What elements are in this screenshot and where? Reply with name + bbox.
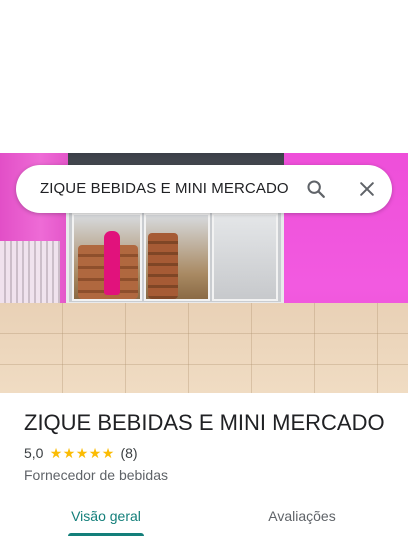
active-tab-indicator bbox=[68, 533, 144, 536]
star-icon: ★ bbox=[75, 445, 89, 461]
star-rating: ★ ★ ★ ★ ★ bbox=[49, 445, 115, 461]
star-icon: ★ bbox=[88, 445, 102, 461]
place-category[interactable]: Fornecedor de bebidas bbox=[24, 467, 168, 483]
star-icon: ★ bbox=[49, 445, 63, 461]
blank-area bbox=[0, 0, 408, 153]
tab-overview[interactable]: Visão geral bbox=[68, 496, 144, 536]
search-icon[interactable] bbox=[302, 175, 330, 203]
star-icon: ★ bbox=[62, 445, 76, 461]
star-icon: ★ bbox=[101, 445, 115, 461]
search-bar[interactable]: ZIQUE BEBIDAS E MINI MERCADO bbox=[16, 165, 392, 213]
rating-value: 5,0 bbox=[24, 445, 44, 461]
tab-reviews[interactable]: Avaliações bbox=[258, 496, 346, 536]
place-title: ZIQUE BEBIDAS E MINI MERCADO bbox=[24, 410, 385, 435]
rating-row[interactable]: 5,0 ★ ★ ★ ★ ★ (8) bbox=[24, 445, 138, 461]
review-count[interactable]: (8) bbox=[120, 445, 137, 461]
close-icon[interactable] bbox=[353, 175, 381, 203]
place-tabs: Visão geral Avaliações bbox=[0, 496, 408, 546]
search-query-text[interactable]: ZIQUE BEBIDAS E MINI MERCADO bbox=[40, 180, 289, 197]
